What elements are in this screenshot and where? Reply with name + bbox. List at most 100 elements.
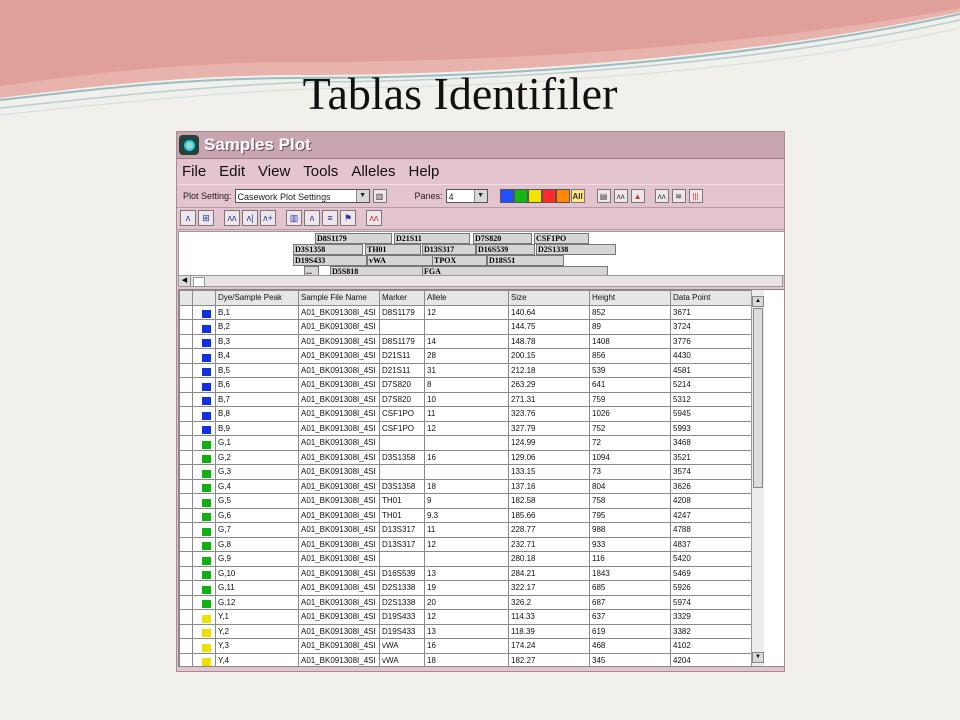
row-select-cell[interactable]	[179, 333, 193, 349]
table-row[interactable]: G,3 A01_BK091308I_4SI 133.15 73 3574	[179, 464, 752, 480]
chevron-down-icon[interactable]: ▼	[355, 190, 369, 202]
table-row[interactable]: G,4 A01_BK091308I_4SI D3S1358 18 137.16 804 36…	[179, 478, 752, 494]
overlay-lines-icon[interactable]: ≋	[671, 189, 686, 203]
marker-label[interactable]: D18S51	[487, 255, 564, 266]
row-select-cell[interactable]	[179, 638, 193, 654]
table-row[interactable]: B,9 A01_BK091308I_4SI CSF1PO 12 327.79 752 599…	[179, 420, 752, 436]
table-row[interactable]: G,6 A01_BK091308I_4SI TH01 9.3 185.66 795 4247	[179, 507, 752, 523]
scroll-left-icon[interactable]: ◀	[179, 276, 191, 286]
peak-zoom-icon[interactable]: ʌ+	[260, 210, 276, 226]
marker-label[interactable]: D19S433	[293, 255, 367, 266]
table-row[interactable]: Y,1 A01_BK091308I_4SI D19S433 12 114.33 637 33…	[179, 609, 752, 625]
row-select-cell[interactable]	[179, 449, 193, 465]
dye-orange-button[interactable]	[555, 189, 570, 203]
dye-yellow-button[interactable]	[527, 189, 542, 203]
column-header[interactable]: Height	[589, 290, 671, 306]
dye-red-button[interactable]	[541, 189, 556, 203]
row-select-cell[interactable]	[179, 609, 193, 625]
peak-label-icon[interactable]: ʌʌ	[613, 189, 628, 203]
column-header[interactable]: Allele	[424, 290, 509, 306]
table-view-icon[interactable]: ▤	[596, 189, 611, 203]
zoom-peaks-icon[interactable]: ʌ	[180, 210, 196, 226]
table-row[interactable]: G,7 A01_BK091308I_4SI D13S317 11 228.77 988 47…	[179, 522, 752, 538]
dye-green-button[interactable]	[513, 189, 528, 203]
menu-file[interactable]: File	[182, 163, 206, 180]
table-row[interactable]: G,11 A01_BK091308I_4SI D2S1338 19 322.17 685 5…	[179, 580, 752, 596]
zoom-fit-icon[interactable]: ⊞	[198, 210, 214, 226]
table-row[interactable]: B,2 A01_BK091308I_4SI 144.75 89 3724	[179, 319, 752, 335]
show-bins-icon[interactable]: ▥	[286, 210, 302, 226]
scroll-down-icon[interactable]: ▼	[752, 652, 764, 663]
show-panel-icon[interactable]: ʌ	[304, 210, 320, 226]
row-select-cell[interactable]	[179, 652, 193, 666]
row-select-cell[interactable]	[179, 464, 193, 480]
table-row[interactable]: Y,2 A01_BK091308I_4SI D19S433 13 118.39 619 33…	[179, 623, 752, 639]
marker-label[interactable]: CSF1PO	[534, 233, 589, 244]
row-select-cell[interactable]	[179, 435, 193, 451]
peak-view-icon[interactable]: ʌʌ	[224, 210, 240, 226]
table-row[interactable]: B,6 A01_BK091308I_4SI D7S820 8 263.29 641 5214	[179, 377, 752, 393]
menu-edit[interactable]: Edit	[219, 163, 245, 180]
table-row[interactable]: B,5 A01_BK091308I_4SI D21S11 31 212.18 539 458…	[179, 362, 752, 378]
row-select-cell[interactable]	[179, 580, 193, 596]
row-select-cell[interactable]	[179, 522, 193, 538]
column-header[interactable]: Sample File Name	[298, 290, 380, 306]
peak-compare-icon[interactable]: ʌ|	[242, 210, 258, 226]
row-select-cell[interactable]	[179, 536, 193, 552]
marker-label[interactable]: vWA	[367, 255, 433, 266]
table-row[interactable]: B,4 A01_BK091308I_4SI D21S11 28 200.15 856 443…	[179, 348, 752, 364]
row-select-cell[interactable]	[179, 348, 193, 364]
marker-label[interactable]: D16S539	[476, 244, 535, 255]
table-row[interactable]: B,8 A01_BK091308I_4SI CSF1PO 11 323.76 1026 59…	[179, 406, 752, 422]
table-row[interactable]: Y,4 A01_BK091308I_4SI vWA 18 182.27 345 4204	[179, 652, 752, 666]
row-select-cell[interactable]	[179, 362, 193, 378]
table-row[interactable]: G,5 A01_BK091308I_4SI TH01 9 182.58 758 4208	[179, 493, 752, 509]
row-select-cell[interactable]	[179, 551, 193, 567]
horizontal-scrollbar[interactable]: ◀	[178, 275, 783, 287]
row-select-cell[interactable]	[179, 304, 193, 320]
table-row[interactable]: Y,3 A01_BK091308I_4SI vWA 16 174.24 468 4102	[179, 638, 752, 654]
table-row[interactable]: B,1 A01_BK091308I_4SI D8S1179 12 140.64 852 36…	[179, 304, 752, 320]
row-select-cell[interactable]	[179, 377, 193, 393]
allele-call-icon[interactable]: ⚑	[340, 210, 356, 226]
overlay-icon[interactable]: ʌʌ	[654, 189, 669, 203]
row-select-cell[interactable]	[179, 493, 193, 509]
scroll-up-icon[interactable]: ▲	[752, 296, 764, 307]
marker-label[interactable]: D3S1358	[293, 244, 363, 255]
menu-help[interactable]: Help	[409, 163, 440, 180]
panes-select[interactable]: 4 ▼	[445, 189, 488, 203]
menu-tools[interactable]: Tools	[303, 163, 338, 180]
row-select-cell[interactable]	[179, 623, 193, 639]
dye-all-button[interactable]: All	[570, 189, 585, 203]
table-row[interactable]: B,3 A01_BK091308I_4SI D8S1179 14 148.78 1408 3…	[179, 333, 752, 349]
table-row[interactable]: G,10 A01_BK091308I_4SI D16S539 13 284.21 1843…	[179, 565, 752, 581]
table-row[interactable]: B,7 A01_BK091308I_4SI D7S820 10 271.31 759 531…	[179, 391, 752, 407]
marker-label[interactable]: TH01	[365, 244, 421, 255]
peak-fill-icon[interactable]: ▲	[630, 189, 645, 203]
column-header[interactable]: Size	[508, 290, 590, 306]
row-select-cell[interactable]	[179, 507, 193, 523]
menu-view[interactable]: View	[258, 163, 290, 180]
marker-label[interactable]: D21S11	[394, 233, 470, 244]
column-header[interactable]: Data Point	[670, 290, 752, 306]
sizing-icon[interactable]: ≡	[322, 210, 338, 226]
column-header[interactable]: Dye/Sample Peak	[215, 290, 299, 306]
column-header[interactable]: Marker	[379, 290, 425, 306]
marker-label[interactable]: D8S1179	[315, 233, 392, 244]
table-row[interactable]: G,12 A01_BK091308I_4SI D2S1338 20 326.2 687 59…	[179, 594, 752, 610]
dye-blue-button[interactable]	[499, 189, 514, 203]
row-select-cell[interactable]	[179, 594, 193, 610]
plot-setting-select[interactable]: Casework Plot Settings ▼	[234, 189, 370, 203]
marker-label[interactable]: D13S317	[422, 244, 476, 255]
overlay-color-icon[interactable]: |||	[688, 189, 703, 203]
scrollbar-thumb[interactable]	[753, 308, 763, 488]
table-row[interactable]: G,1 A01_BK091308I_4SI 124.99 72 3468	[179, 435, 752, 451]
marker-label[interactable]: D7S820	[473, 233, 532, 244]
table-row[interactable]: G,2 A01_BK091308I_4SI D3S1358 16 129.06 1094 3…	[179, 449, 752, 465]
menu-alleles[interactable]: Alleles	[351, 163, 395, 180]
row-select-cell[interactable]	[179, 565, 193, 581]
table-row[interactable]: G,9 A01_BK091308I_4SI 280.18 116 5420	[179, 551, 752, 567]
row-select-cell[interactable]	[179, 406, 193, 422]
header-select[interactable]	[179, 290, 193, 306]
row-select-cell[interactable]	[179, 319, 193, 335]
